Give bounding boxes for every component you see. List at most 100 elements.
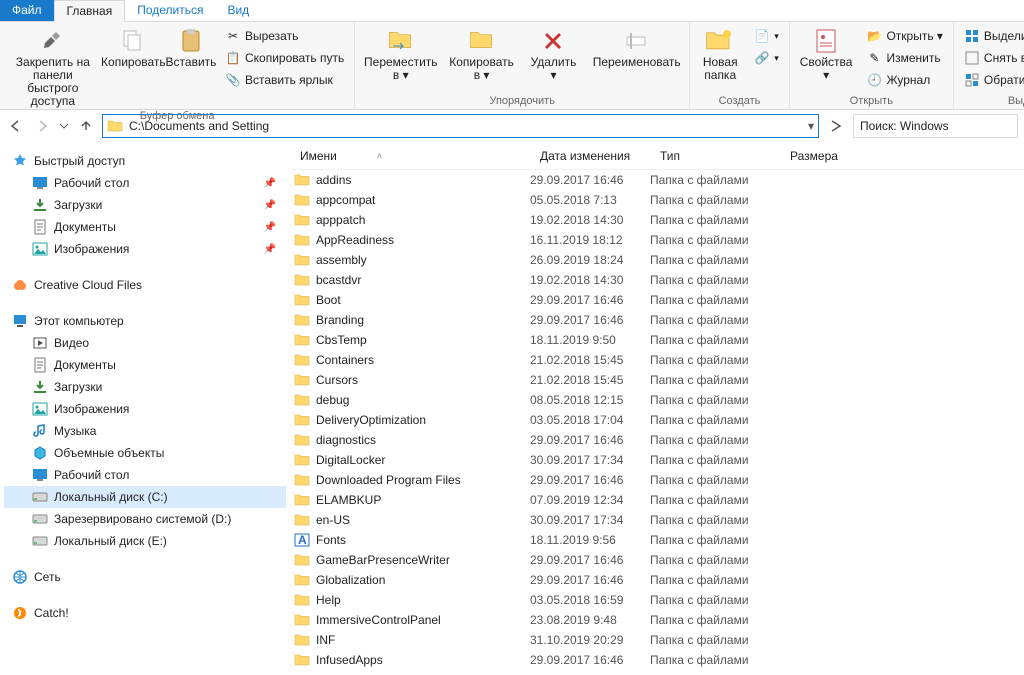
sidebar-quick-access[interactable]: Быстрый доступ — [4, 150, 286, 172]
easy-access-button[interactable]: 🔗▾ — [750, 48, 783, 68]
sidebar-item[interactable]: Объемные объекты — [4, 442, 286, 464]
file-row[interactable]: AppReadiness 16.11.2019 18:12 Папка с фа… — [290, 230, 1024, 250]
new-folder-button[interactable]: Новая папка — [696, 24, 744, 84]
file-row[interactable]: debug 08.05.2018 12:15 Папка с файлами — [290, 390, 1024, 410]
file-row[interactable]: ImmersiveControlPanel 23.08.2019 9:48 Па… — [290, 610, 1024, 630]
address-bar[interactable]: C:\Documents and Setting ▾ — [102, 114, 819, 138]
file-list[interactable]: addins 29.09.2017 16:46 Папка с файлами … — [290, 170, 1024, 675]
properties-button[interactable]: Свойства ▾ — [796, 24, 857, 84]
file-row[interactable]: ELAMBKUP 07.09.2019 12:34 Папка с файлам… — [290, 490, 1024, 510]
file-row[interactable]: DigitalLocker 30.09.2017 17:34 Папка с ф… — [290, 450, 1024, 470]
file-row[interactable]: appcompat 05.05.2018 7:13 Папка с файлам… — [290, 190, 1024, 210]
fonts-icon — [294, 532, 310, 548]
sidebar-catch[interactable]: Catch! — [4, 602, 286, 624]
file-row[interactable]: Cursors 21.02.2018 15:45 Папка с файлами — [290, 370, 1024, 390]
sidebar-item[interactable]: Загрузки — [4, 376, 286, 398]
file-row[interactable]: Globalization 29.09.2017 16:46 Папка с ф… — [290, 570, 1024, 590]
move-icon — [385, 26, 417, 56]
up-button[interactable] — [76, 116, 96, 136]
sidebar-creative-cloud[interactable]: Creative Cloud Files — [4, 274, 286, 296]
file-row[interactable]: Help 03.05.2018 16:59 Папка с файлами — [290, 590, 1024, 610]
file-row[interactable]: CbsTemp 18.11.2019 9:50 Папка с файлами — [290, 330, 1024, 350]
sidebar-item[interactable]: Изображения 📌 — [4, 238, 286, 260]
sidebar-item[interactable]: Рабочий стол 📌 — [4, 172, 286, 194]
sidebar-item[interactable]: Локальный диск (C:) — [4, 486, 286, 508]
invert-selection-button[interactable]: Обратить выделение — [960, 70, 1024, 90]
column-type[interactable]: Тип — [650, 149, 780, 163]
column-size[interactable]: Размера — [780, 149, 860, 163]
sidebar-item[interactable]: Изображения — [4, 398, 286, 420]
label: Этот компьютер — [34, 314, 124, 328]
file-row[interactable]: Branding 29.09.2017 16:46 Папка с файлам… — [290, 310, 1024, 330]
file-date: 21.02.2018 15:45 — [530, 353, 650, 367]
file-row[interactable]: DeliveryOptimization 03.05.2018 17:04 Па… — [290, 410, 1024, 430]
select-none-button[interactable]: Снять выделение — [960, 48, 1024, 68]
copy-to-button[interactable]: Копировать в ▾ — [446, 24, 516, 84]
recent-dropdown[interactable] — [58, 116, 70, 136]
forward-button[interactable] — [32, 116, 52, 136]
column-date[interactable]: Дата изменения — [530, 149, 650, 163]
address-bar-row: C:\Documents and Setting ▾ Поиск: Window… — [0, 110, 1024, 142]
sidebar-item[interactable]: Рабочий стол — [4, 464, 286, 486]
file-date: 21.02.2018 15:45 — [530, 373, 650, 387]
downloads-icon — [32, 379, 48, 395]
file-type: Папка с файлами — [650, 213, 780, 227]
file-row[interactable]: GameBarPresenceWriter 29.09.2017 16:46 П… — [290, 550, 1024, 570]
back-button[interactable] — [6, 116, 26, 136]
cut-button[interactable]: ✂Вырезать — [221, 26, 348, 46]
paste-button[interactable]: Вставить — [167, 24, 215, 71]
file-row[interactable]: bcastdvr 19.02.2018 14:30 Папка с файлам… — [290, 270, 1024, 290]
sidebar-item[interactable]: Локальный диск (E:) — [4, 530, 286, 552]
pin-to-quick-access-button[interactable]: Закрепить на панели быстрого доступа — [6, 24, 100, 110]
file-row[interactable]: apppatch 19.02.2018 14:30 Папка с файлам… — [290, 210, 1024, 230]
downloads-icon — [32, 197, 48, 213]
sidebar-item[interactable]: Документы — [4, 354, 286, 376]
paste-shortcut-button[interactable]: 📎Вставить ярлык — [221, 70, 348, 90]
column-name[interactable]: Имени˄ — [290, 149, 530, 163]
file-row[interactable]: InfusedApps 29.09.2017 16:46 Папка с фай… — [290, 650, 1024, 670]
label: Обратить выделение — [984, 73, 1024, 87]
sidebar-network[interactable]: Сеть — [4, 566, 286, 588]
sidebar-this-pc[interactable]: Этот компьютер — [4, 310, 286, 332]
pictures-icon — [32, 401, 48, 417]
file-type: Папка с файлами — [650, 453, 780, 467]
chevron-down-icon[interactable]: ▾ — [808, 119, 814, 133]
file-row[interactable]: Containers 21.02.2018 15:45 Папка с файл… — [290, 350, 1024, 370]
rename-button[interactable]: Переименовать — [590, 24, 683, 71]
delete-button[interactable]: Удалить ▾ — [523, 24, 584, 84]
file-row[interactable]: Downloaded Program Files 29.09.2017 16:4… — [290, 470, 1024, 490]
search-input[interactable]: Поиск: Windows — [853, 114, 1018, 138]
file-row[interactable]: Fonts 18.11.2019 9:56 Папка с файлами — [290, 530, 1024, 550]
sidebar-item[interactable]: Музыка — [4, 420, 286, 442]
file-type: Папка с файлами — [650, 613, 780, 627]
move-to-button[interactable]: Переместить в ▾ — [361, 24, 440, 84]
edit-button[interactable]: ✎Изменить — [862, 48, 946, 68]
group-label: Выделить — [1008, 95, 1024, 109]
file-row[interactable]: addins 29.09.2017 16:46 Папка с файлами — [290, 170, 1024, 190]
pin-icon: 📌 — [264, 222, 276, 233]
tab-home[interactable]: Главная — [54, 0, 126, 22]
new-folder-icon — [704, 26, 736, 56]
file-row[interactable]: Boot 29.09.2017 16:46 Папка с файлами — [290, 290, 1024, 310]
history-button[interactable]: 🕘Журнал — [862, 70, 946, 90]
file-type: Папка с файлами — [650, 433, 780, 447]
file-date: 19.02.2018 14:30 — [530, 273, 650, 287]
tab-share[interactable]: Поделиться — [125, 0, 215, 21]
new-item-button[interactable]: 📄▾ — [750, 26, 783, 46]
tab-file[interactable]: Файл — [0, 0, 54, 21]
go-button[interactable] — [825, 115, 847, 137]
sidebar-item[interactable]: Загрузки 📌 — [4, 194, 286, 216]
sidebar-item[interactable]: Зарезервировано системой (D:) — [4, 508, 286, 530]
open-button[interactable]: 📂Открыть ▾ — [862, 26, 946, 46]
file-row[interactable]: diagnostics 29.09.2017 16:46 Папка с фай… — [290, 430, 1024, 450]
copy-button[interactable]: Копировать — [106, 24, 161, 71]
select-all-button[interactable]: Выделить все — [960, 26, 1024, 46]
file-row[interactable]: en-US 30.09.2017 17:34 Папка с файлами — [290, 510, 1024, 530]
copy-path-button[interactable]: 📋Скопировать путь — [221, 48, 348, 68]
sidebar-item[interactable]: Видео — [4, 332, 286, 354]
ribbon: Закрепить на панели быстрого доступа Коп… — [0, 22, 1024, 110]
tab-view[interactable]: Вид — [215, 0, 261, 21]
file-row[interactable]: assembly 26.09.2019 18:24 Папка с файлам… — [290, 250, 1024, 270]
file-row[interactable]: INF 31.10.2019 20:29 Папка с файлами — [290, 630, 1024, 650]
sidebar-item[interactable]: Документы 📌 — [4, 216, 286, 238]
